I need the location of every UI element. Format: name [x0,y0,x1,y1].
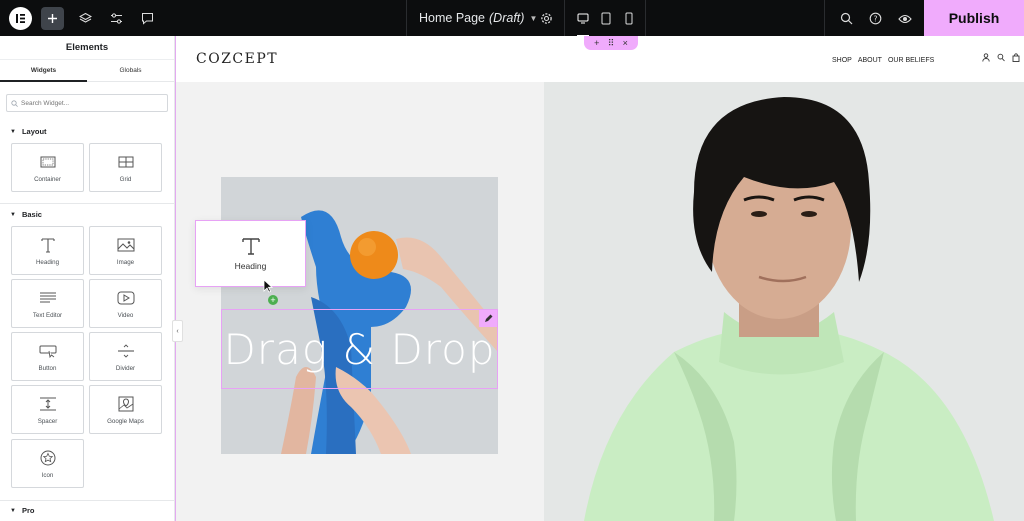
header-icons [982,53,1020,62]
dragging-widget-label: Heading [234,261,267,271]
section-handle[interactable]: + ⠿ × [584,36,638,50]
widget-label: Grid [119,176,132,183]
chevron-left-icon: ‹ [176,327,179,335]
text-editor-icon [39,288,57,308]
nav-about[interactable]: ABOUT [858,57,882,64]
search-widget-input[interactable] [21,99,151,107]
elementor-logo-icon[interactable] [9,7,32,30]
panel-tabs: Widgets Globals [0,60,174,82]
search-icon[interactable] [835,7,858,30]
nav-our-beliefs[interactable]: OUR BELIEFS [888,57,934,64]
topbar-tools: ? [824,0,924,36]
site-nav: SHOP ABOUT OUR BELIEFS [832,57,934,64]
button-icon [39,341,57,361]
grid-icon [118,152,134,172]
star-icon [40,448,56,468]
widget-label: Video [117,312,134,319]
widget-label: Google Maps [107,418,144,425]
edit-widget-pencil-icon[interactable] [479,310,497,327]
site-logo[interactable]: COZCEPT [196,51,278,67]
container-icon [40,152,56,172]
section-layout-toggle[interactable]: ▼ Layout [10,127,47,136]
desktop-icon[interactable] [572,7,594,37]
tab-globals[interactable]: Globals [87,60,174,81]
widget-label: Button [38,365,57,372]
page-settings-gear-icon[interactable] [535,7,558,30]
site-settings-sliders-icon[interactable] [105,7,128,30]
mobile-icon[interactable] [618,7,640,30]
section-layout-label: Layout [21,127,47,136]
widget-video[interactable]: Video [89,279,162,328]
page-status: (Draft) [489,11,525,25]
widget-label: Container [34,176,61,183]
hero-model-photo[interactable] [544,82,1024,521]
add-section-icon[interactable]: + [594,38,599,48]
mouse-cursor-icon [263,279,273,293]
responsive-mode-switcher [564,0,646,37]
widget-label: Text Editor [32,312,63,319]
preview-eye-icon[interactable] [893,7,916,30]
section-divider [0,203,174,204]
close-icon[interactable]: × [623,38,628,48]
image-icon [117,235,135,255]
widget-label: Icon [41,472,54,479]
divider-icon [117,341,135,361]
section-pro-label: Pro [21,506,35,515]
video-icon [117,288,135,308]
widget-text-editor[interactable]: Text Editor [11,279,84,328]
widget-image[interactable]: Image [89,226,162,275]
tab-widgets[interactable]: Widgets [0,60,87,82]
hero-headline[interactable]: Drag & Drop [223,325,495,374]
panel-title: Elements [0,36,174,60]
widget-label: Spacer [37,418,58,425]
cart-icon[interactable] [1012,53,1020,62]
widget-label: Image [116,259,135,266]
widget-google-maps[interactable]: Google Maps [89,385,162,434]
user-icon[interactable] [982,53,990,62]
search-widget-field[interactable] [6,94,168,112]
top-bar: Home Page (Draft) ▼ ? Publish [0,0,1024,37]
page-title: Home Page [419,11,486,25]
svg-text:?: ? [874,14,878,23]
search-icon[interactable] [997,53,1005,62]
widget-label: Divider [115,365,136,372]
collapse-panel-button[interactable]: ‹ [172,320,183,342]
widget-grid[interactable]: Grid [89,143,162,192]
search-icon [11,99,18,107]
drag-handle-icon[interactable]: ⠿ [608,38,615,49]
spacer-icon [39,394,57,414]
widget-label: Heading [35,259,60,266]
section-divider [0,500,174,501]
section-basic-toggle[interactable]: ▼ Basic [10,210,42,219]
elements-panel: Elements Widgets Globals ▼ Layout Contain… [0,36,175,521]
help-icon[interactable]: ? [864,7,887,30]
heading-icon [241,238,260,255]
nav-shop[interactable]: SHOP [832,57,852,64]
tablet-icon[interactable] [595,7,617,30]
widget-container[interactable]: Container [11,143,84,192]
widget-icon[interactable]: Icon [11,439,84,488]
widget-spacer[interactable]: Spacer [11,385,84,434]
caret-down-icon: ▼ [10,507,16,514]
widget-button[interactable]: Button [11,332,84,381]
heading-icon [40,235,55,255]
section-pro-toggle[interactable]: ▼ Pro [10,506,34,515]
caret-down-icon: ▼ [10,128,16,135]
drop-plus-icon: + [268,295,278,305]
section-basic-label: Basic [21,210,42,219]
caret-down-icon: ▼ [10,211,16,218]
comments-icon[interactable] [136,7,159,30]
widget-divider[interactable]: Divider [89,332,162,381]
map-icon [118,394,134,414]
structure-layers-icon[interactable] [74,7,97,30]
heading-widget-drop-area[interactable]: Drag & Drop [221,309,498,389]
add-element-button[interactable] [41,7,64,30]
widget-heading[interactable]: Heading [11,226,84,275]
dragging-heading-widget[interactable]: Heading [195,220,306,287]
publish-button[interactable]: Publish [924,0,1024,36]
